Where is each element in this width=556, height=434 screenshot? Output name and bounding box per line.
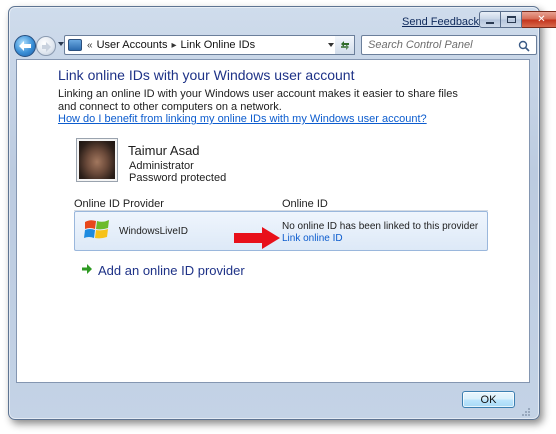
forward-arrow-icon [42,42,51,52]
column-header-provider: Online ID Provider [74,198,164,210]
address-bar[interactable]: « User Accounts ▸ Link Online IDs [64,35,355,55]
column-header-online-id: Online ID [282,198,328,210]
search-icon[interactable] [518,40,530,52]
user-role: Administrator [129,160,194,172]
help-link[interactable]: How do I benefit from linking my online … [58,113,427,125]
breadcrumb-chevron[interactable]: ▸ [171,40,176,51]
forward-button[interactable] [36,36,56,56]
maximize-button[interactable] [501,11,522,28]
provider-name: WindowsLiveID [119,226,188,237]
resize-grip-icon[interactable] [521,407,531,417]
user-name: Taimur Asad [128,143,200,158]
minimize-button[interactable] [479,11,501,28]
search-box[interactable] [361,35,537,55]
red-arrow-icon [234,227,280,249]
close-button[interactable]: ✕ [522,11,556,28]
refresh-icon [340,41,349,50]
refresh-button[interactable] [335,35,355,55]
control-panel-icon [68,39,82,51]
page-title: Link online IDs with your Windows user a… [58,67,355,83]
avatar [76,138,118,182]
ok-button[interactable]: OK [462,391,515,408]
address-root-chevron[interactable]: « [87,40,93,51]
send-feedback-link[interactable]: Send Feedback [402,16,479,28]
user-picture [79,141,115,179]
maximize-icon [506,16,516,23]
close-icon: ✕ [537,14,546,25]
search-input[interactable] [368,37,518,53]
caption-buttons: ✕ [479,11,556,28]
online-id-status: No online ID has been linked to this pro… [282,221,479,232]
address-dropdown[interactable] [328,43,334,47]
breadcrumb-user-accounts[interactable]: User Accounts [97,39,168,51]
add-online-id-provider-link[interactable]: Add an online ID provider [98,263,245,278]
green-arrow-icon [82,264,92,274]
breadcrumb-link-online-ids[interactable]: Link Online IDs [181,39,256,51]
windows-logo-icon [84,220,109,239]
minimize-icon [486,21,494,24]
back-button[interactable] [14,35,36,57]
page-description: Linking an online ID with your Windows u… [58,88,458,113]
back-arrow-icon [19,41,31,51]
password-status: Password protected [129,172,227,184]
link-online-id-link[interactable]: Link online ID [282,233,343,244]
